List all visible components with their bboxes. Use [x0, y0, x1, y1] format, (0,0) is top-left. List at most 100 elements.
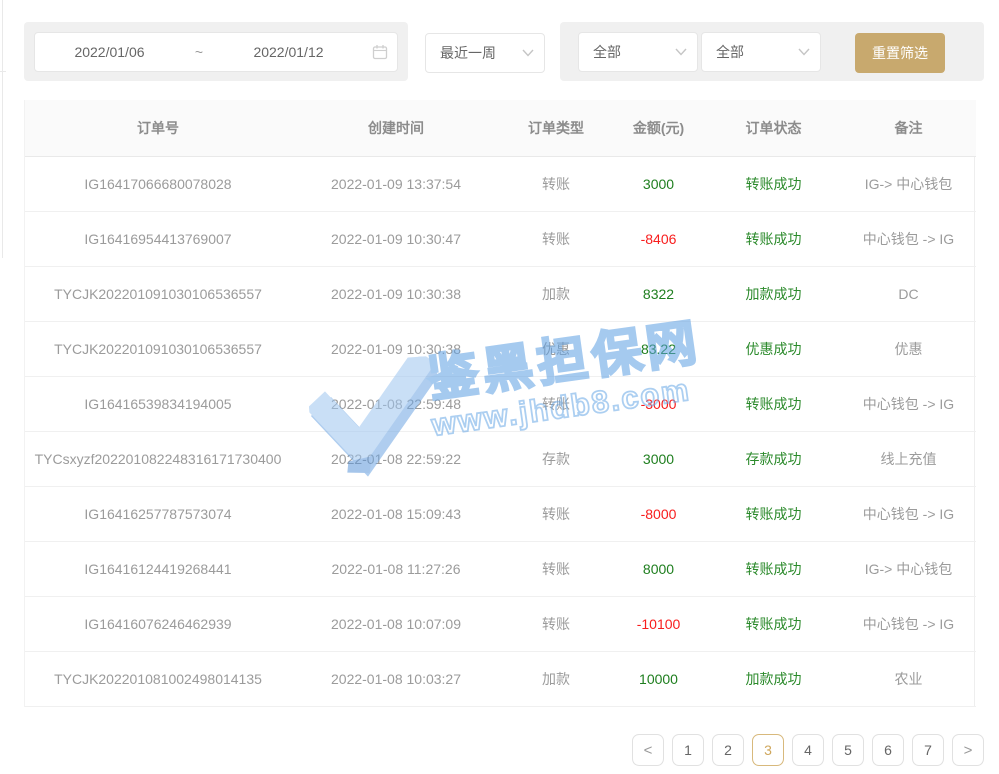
order-table-body: IG164170666800780282022-01-09 13:37:54转账…: [25, 157, 976, 707]
order-type-select[interactable]: 全部: [578, 32, 698, 72]
status-cell: 转账成功: [706, 597, 841, 652]
created-time-cell: 2022-01-09 10:30:38: [291, 322, 501, 377]
amount-cell: 10000: [611, 652, 706, 707]
col-header-remark: 备注: [841, 100, 976, 157]
pagination: <1234567>: [624, 734, 984, 766]
status-cell: 转账成功: [706, 377, 841, 432]
col-header-order-no: 订单号: [25, 100, 291, 157]
pagination-page-3[interactable]: 3: [752, 734, 784, 766]
pagination-page-7[interactable]: 7: [912, 734, 944, 766]
status-cell: 转账成功: [706, 542, 841, 597]
pagination-prev-button[interactable]: <: [632, 734, 664, 766]
table-row: IG164169544137690072022-01-09 10:30:47转账…: [25, 212, 976, 267]
remark-cell: 优惠: [841, 322, 976, 377]
status-cell: 转账成功: [706, 212, 841, 267]
order-type-cell: 转账: [501, 377, 611, 432]
order-type-cell: 转账: [501, 597, 611, 652]
order-type-cell: 转账: [501, 487, 611, 542]
order-type-cell: 加款: [501, 652, 611, 707]
chevron-down-icon: [798, 48, 810, 56]
status-cell: 加款成功: [706, 652, 841, 707]
order-table-card: 订单号 创建时间 订单类型 金额(元) 订单状态 备注 IG1641706668…: [24, 100, 975, 707]
order-table: 订单号 创建时间 订单类型 金额(元) 订单状态 备注 IG1641706668…: [25, 100, 976, 707]
remark-cell: 中心钱包 -> IG: [841, 212, 976, 267]
order-no-cell: TYCsxyzf202201082248316171730400: [25, 432, 291, 487]
created-time-cell: 2022-01-08 22:59:48: [291, 377, 501, 432]
table-row: IG164162577875730742022-01-08 15:09:43转账…: [25, 487, 976, 542]
remark-cell: 线上充值: [841, 432, 976, 487]
amount-cell: -3000: [611, 377, 706, 432]
created-time-cell: 2022-01-09 13:37:54: [291, 157, 501, 212]
amount-cell: 8322: [611, 267, 706, 322]
remark-cell: 中心钱包 -> IG: [841, 597, 976, 652]
remark-cell: 中心钱包 -> IG: [841, 487, 976, 542]
date-end-value[interactable]: 2022/01/12: [214, 44, 363, 60]
order-no-cell: IG16416076246462939: [25, 597, 291, 652]
status-cell: 优惠成功: [706, 322, 841, 377]
reset-filter-button[interactable]: 重置筛选: [855, 33, 945, 73]
status-cell: 存款成功: [706, 432, 841, 487]
remark-cell: DC: [841, 267, 976, 322]
table-header-row: 订单号 创建时间 订单类型 金额(元) 订单状态 备注: [25, 100, 976, 157]
order-type-cell: 转账: [501, 157, 611, 212]
preset-select-value: 最近一周: [440, 43, 522, 63]
col-header-status: 订单状态: [706, 100, 841, 157]
chevron-down-icon: [675, 48, 687, 56]
order-no-cell: TYCJK202201091030106536557: [25, 322, 291, 377]
col-header-amount: 金额(元): [611, 100, 706, 157]
created-time-cell: 2022-01-08 11:27:26: [291, 542, 501, 597]
table-row: IG164160762464629392022-01-08 10:07:09转账…: [25, 597, 976, 652]
amount-cell: 83.22: [611, 322, 706, 377]
order-no-cell: IG16416954413769007: [25, 212, 291, 267]
remark-cell: 中心钱包 -> IG: [841, 377, 976, 432]
order-no-cell: IG16416124419268441: [25, 542, 291, 597]
amount-cell: 8000: [611, 542, 706, 597]
page-edge-line: [2, 0, 3, 258]
table-row: TYCJK2022010810024980141352022-01-08 10:…: [25, 652, 976, 707]
remark-cell: IG-> 中心钱包: [841, 542, 976, 597]
order-type-cell: 加款: [501, 267, 611, 322]
order-no-cell: IG16416539834194005: [25, 377, 291, 432]
amount-cell: 3000: [611, 157, 706, 212]
date-start-value[interactable]: 2022/01/06: [35, 44, 184, 60]
pagination-page-4[interactable]: 4: [792, 734, 824, 766]
calendar-icon[interactable]: [363, 44, 397, 60]
pagination-page-5[interactable]: 5: [832, 734, 864, 766]
remark-cell: IG-> 中心钱包: [841, 157, 976, 212]
created-time-cell: 2022-01-08 15:09:43: [291, 487, 501, 542]
created-time-cell: 2022-01-08 10:03:27: [291, 652, 501, 707]
created-time-cell: 2022-01-08 22:59:22: [291, 432, 501, 487]
order-type-cell: 优惠: [501, 322, 611, 377]
created-time-cell: 2022-01-09 10:30:38: [291, 267, 501, 322]
created-time-cell: 2022-01-09 10:30:47: [291, 212, 501, 267]
table-row: TYCJK2022010910301065365572022-01-09 10:…: [25, 322, 976, 377]
amount-cell: 3000: [611, 432, 706, 487]
table-row: TYCsxyzf2022010822483161717304002022-01-…: [25, 432, 976, 487]
date-range-preset-select[interactable]: 最近一周: [425, 33, 545, 73]
order-type-cell: 转账: [501, 212, 611, 267]
order-no-cell: IG16417066680078028: [25, 157, 291, 212]
chevron-down-icon: [522, 49, 534, 57]
pagination-page-1[interactable]: 1: [672, 734, 704, 766]
remark-cell: 农业: [841, 652, 976, 707]
date-range-separator: ~: [184, 44, 214, 60]
order-no-cell: TYCJK202201091030106536557: [25, 267, 291, 322]
pagination-page-2[interactable]: 2: [712, 734, 744, 766]
amount-cell: -10100: [611, 597, 706, 652]
created-time-cell: 2022-01-08 10:07:09: [291, 597, 501, 652]
order-type-cell: 转账: [501, 542, 611, 597]
pagination-page-6[interactable]: 6: [872, 734, 904, 766]
table-row: IG164165398341940052022-01-08 22:59:48转账…: [25, 377, 976, 432]
order-no-cell: IG16416257787573074: [25, 487, 291, 542]
order-type-cell: 存款: [501, 432, 611, 487]
status-cell: 转账成功: [706, 487, 841, 542]
order-status-select[interactable]: 全部: [701, 32, 821, 72]
col-header-created: 创建时间: [291, 100, 501, 157]
status-cell: 加款成功: [706, 267, 841, 322]
table-row: TYCJK2022010910301065365572022-01-09 10:…: [25, 267, 976, 322]
table-row: IG164170666800780282022-01-09 13:37:54转账…: [25, 157, 976, 212]
date-range-picker[interactable]: 2022/01/06 ~ 2022/01/12: [34, 32, 398, 72]
pagination-next-button[interactable]: >: [952, 734, 984, 766]
col-header-order-type: 订单类型: [501, 100, 611, 157]
status-cell: 转账成功: [706, 157, 841, 212]
